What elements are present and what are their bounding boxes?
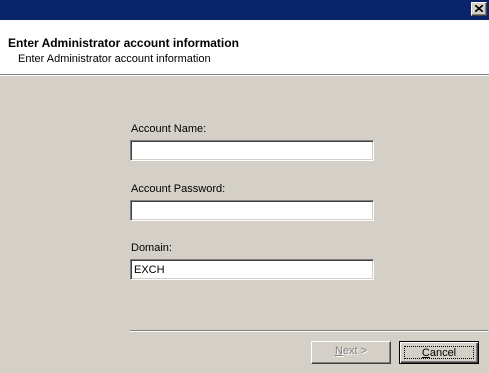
installer-dialog: Enter Administrator account information … (0, 0, 489, 373)
page-title: Enter Administrator account information (8, 36, 239, 50)
next-button[interactable]: Next > (311, 341, 391, 364)
account-password-label: Account Password: (131, 183, 226, 195)
account-name-label: Account Name: (131, 123, 207, 135)
cancel-mnemonic: C (421, 347, 430, 359)
domain-input[interactable] (130, 259, 374, 280)
focus-rectangle: Cancel (404, 346, 474, 359)
next-label: ext > (342, 345, 368, 357)
account-password-input[interactable] (130, 200, 374, 221)
cancel-button[interactable]: Cancel (399, 341, 479, 364)
close-button[interactable] (471, 2, 487, 16)
close-icon (475, 5, 483, 12)
wizard-header: Enter Administrator account information … (0, 20, 489, 76)
title-bar[interactable] (0, 0, 489, 20)
button-separator (130, 330, 488, 332)
next-mnemonic: N (334, 345, 343, 357)
page-subtitle: Enter Administrator account information (18, 53, 211, 65)
account-name-input[interactable] (130, 140, 374, 161)
domain-label: Domain: (131, 242, 172, 254)
cancel-label: ancel (429, 347, 457, 359)
